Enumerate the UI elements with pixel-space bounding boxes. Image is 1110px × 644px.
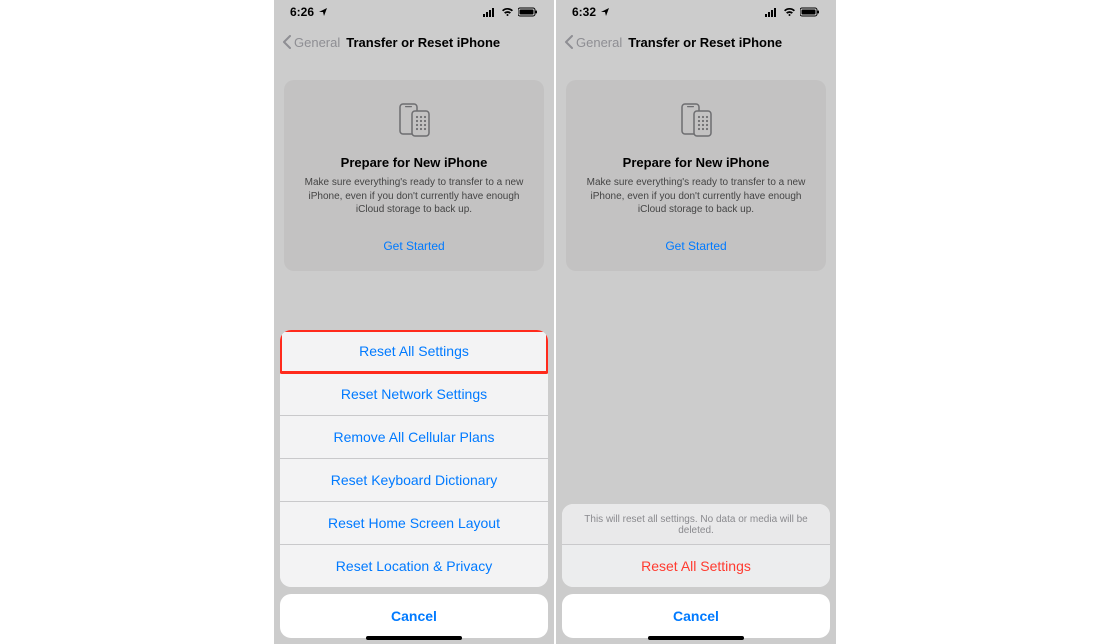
location-icon (318, 7, 328, 17)
phones-icon (674, 98, 718, 147)
back-label: General (576, 35, 622, 50)
back-button[interactable]: General (282, 35, 340, 50)
location-icon (600, 7, 610, 17)
chevron-left-icon (282, 35, 292, 49)
battery-icon (518, 7, 538, 17)
action-sheet-description: This will reset all settings. No data or… (562, 504, 830, 545)
action-sheet: This will reset all settings. No data or… (556, 504, 836, 644)
cellular-icon (765, 7, 779, 17)
back-button[interactable]: General (564, 35, 622, 50)
home-indicator[interactable] (366, 636, 462, 640)
phone-screenshot-left: 6:26 General Transfer or Reset iPhone (274, 0, 554, 644)
option-remove-all-cellular-plans[interactable]: Remove All Cellular Plans (280, 416, 548, 459)
cellular-icon (483, 7, 497, 17)
card-description: Make sure everything's ready to transfer… (580, 176, 812, 217)
page-title: Transfer or Reset iPhone (346, 35, 500, 50)
option-reset-network-settings[interactable]: Reset Network Settings (280, 373, 548, 416)
option-reset-keyboard-dictionary[interactable]: Reset Keyboard Dictionary (280, 459, 548, 502)
chevron-left-icon (564, 35, 574, 49)
option-reset-location-privacy[interactable]: Reset Location & Privacy (280, 545, 548, 587)
status-bar: 6:26 (274, 0, 554, 24)
phone-screenshot-right: 6:32 General Transfer or Reset iPhone (556, 0, 836, 644)
card-title: Prepare for New iPhone (580, 155, 812, 170)
back-label: General (294, 35, 340, 50)
prepare-card: Prepare for New iPhone Make sure everyth… (566, 80, 826, 271)
confirm-reset-all-settings[interactable]: Reset All Settings (562, 545, 830, 587)
phones-icon (392, 98, 436, 147)
status-time: 6:32 (572, 5, 596, 19)
card-description: Make sure everything's ready to transfer… (298, 176, 530, 217)
page-title: Transfer or Reset iPhone (628, 35, 782, 50)
cancel-button[interactable]: Cancel (562, 594, 830, 638)
action-sheet-options: Reset All Settings Reset Network Setting… (280, 330, 548, 587)
status-time: 6:26 (290, 5, 314, 19)
home-indicator[interactable] (648, 636, 744, 640)
option-reset-home-screen-layout[interactable]: Reset Home Screen Layout (280, 502, 548, 545)
cancel-button[interactable]: Cancel (280, 594, 548, 638)
action-sheet-confirm-group: This will reset all settings. No data or… (562, 504, 830, 587)
get-started-link[interactable]: Get Started (298, 235, 530, 257)
status-bar: 6:32 (556, 0, 836, 24)
nav-bar: General Transfer or Reset iPhone (274, 24, 554, 60)
wifi-icon (783, 7, 796, 17)
battery-icon (800, 7, 820, 17)
option-reset-all-settings[interactable]: Reset All Settings (280, 330, 548, 373)
card-title: Prepare for New iPhone (298, 155, 530, 170)
nav-bar: General Transfer or Reset iPhone (556, 24, 836, 60)
wifi-icon (501, 7, 514, 17)
status-indicators (483, 7, 538, 17)
action-sheet: Reset All Settings Reset Network Setting… (274, 330, 554, 644)
status-indicators (765, 7, 820, 17)
prepare-card: Prepare for New iPhone Make sure everyth… (284, 80, 544, 271)
get-started-link[interactable]: Get Started (580, 235, 812, 257)
